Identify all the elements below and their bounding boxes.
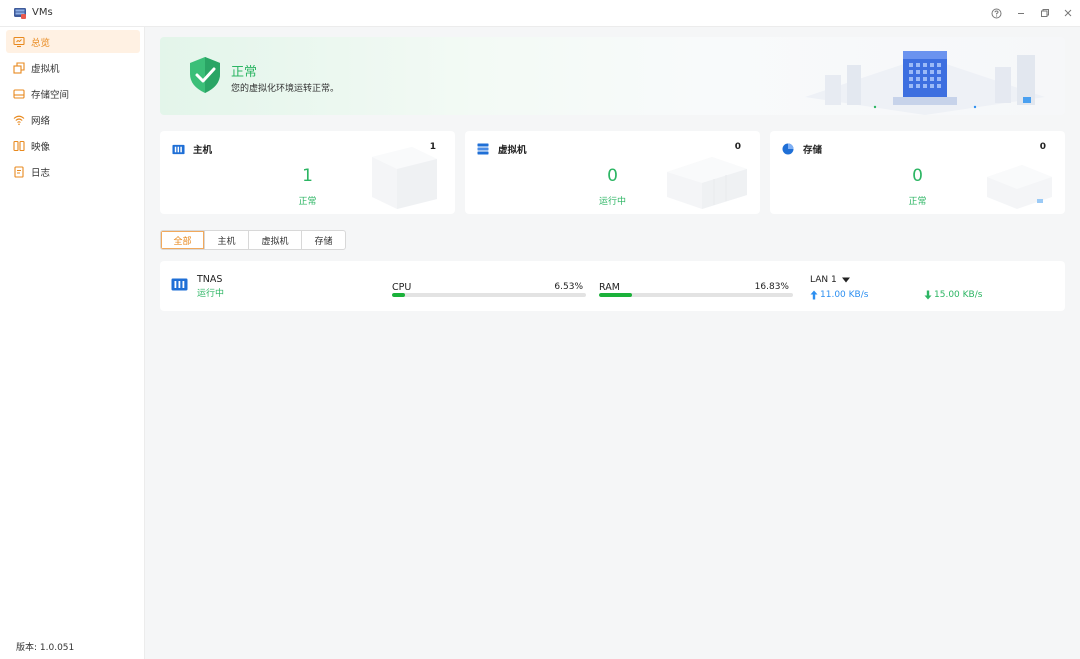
ram-usage-fill [599, 293, 632, 297]
lan-selector[interactable]: LAN 1 [810, 275, 851, 285]
app-window: VMs 总览 虚拟机 存储空间 网络 映像 日志 版本: 1.0.051 正常 … [0, 0, 1080, 659]
host-state: 运行中 [197, 289, 225, 299]
sidebar-item-storage[interactable]: 存储空间 [6, 82, 140, 105]
title-bar: VMs [0, 0, 1080, 27]
sidebar-item-label: 日志 [31, 167, 51, 179]
ram-usage-bar [599, 293, 793, 297]
sidebar-item-label: 总览 [31, 37, 51, 49]
card-number: 0 [912, 166, 923, 186]
cpu-usage-fill [392, 293, 405, 297]
vm-summary-card[interactable]: 虚拟机 0 0 运行中 [465, 131, 760, 214]
sidebar-item-label: 映像 [31, 141, 51, 153]
tab-vms[interactable]: 虚拟机 [249, 231, 302, 249]
sidebar-item-label: 网络 [31, 115, 51, 127]
card-header: 虚拟机 [477, 142, 527, 156]
status-banner: 正常 您的虚拟化环境运转正常。 [160, 37, 1065, 115]
tab-hosts[interactable]: 主机 [205, 231, 249, 249]
upload-rate: 11.00 KB/s [810, 290, 868, 300]
card-title: 主机 [193, 145, 213, 156]
minimize-icon [1018, 13, 1024, 14]
main-content: 正常 您的虚拟化环境运转正常。 主机 1 1 正常 虚拟机 0 0 运行中 存储… [145, 27, 1080, 659]
arrow-down-icon [924, 290, 932, 300]
vm-stack-icon [13, 61, 25, 74]
host-row[interactable]: TNAS 运行中 CPU 6.53% RAM 16.83% LAN 1 11.0… [160, 261, 1065, 311]
drive-icon [13, 88, 25, 100]
wifi-icon [13, 114, 25, 126]
cpu-label: CPU [392, 282, 412, 293]
version-label: 版本: 1.0.051 [16, 643, 75, 653]
pie-icon [782, 143, 795, 155]
sidebar-item-overview[interactable]: 总览 [6, 30, 140, 53]
cpu-value: 6.53% [554, 282, 583, 292]
card-header: 存储 [782, 142, 822, 156]
card-header: 主机 [172, 142, 212, 156]
card-number: 1 [302, 166, 313, 186]
restore-button[interactable] [1038, 6, 1052, 20]
datacenter-illustration [805, 51, 1045, 115]
caret-down-icon [841, 277, 850, 283]
banner-subtitle: 您的虚拟化环境运转正常。 [231, 84, 340, 94]
card-title: 存储 [803, 145, 823, 156]
host-icon [172, 144, 185, 155]
shield-check-icon [190, 57, 220, 93]
sidebar-item-label: 存储空间 [31, 89, 70, 101]
cpu-usage-bar [392, 293, 586, 297]
minimize-button[interactable] [1014, 6, 1028, 20]
help-icon [991, 8, 1001, 18]
download-rate: 15.00 KB/s [924, 290, 982, 300]
host-name: TNAS [197, 274, 223, 285]
sidebar-item-images[interactable]: 映像 [6, 134, 140, 157]
log-icon [13, 165, 25, 178]
host-summary-card[interactable]: 主机 1 1 正常 [160, 131, 455, 214]
card-number: 0 [607, 166, 618, 186]
card-status: 正常 [908, 197, 927, 207]
card-title: 虚拟机 [498, 145, 527, 156]
sidebar-item-logs[interactable]: 日志 [6, 160, 140, 183]
storage-summary-card[interactable]: 存储 0 0 正常 [770, 131, 1065, 214]
sidebar-item-network[interactable]: 网络 [6, 108, 140, 131]
restore-icon [1041, 9, 1049, 17]
host-icon [171, 278, 188, 291]
sidebar: 总览 虚拟机 存储空间 网络 映像 日志 版本: 1.0.051 [0, 27, 145, 659]
upload-rate-value: 11.00 KB/s [820, 290, 869, 300]
filter-tabs: 全部 主机 虚拟机 存储 [160, 230, 346, 250]
sidebar-item-vms[interactable]: 虚拟机 [6, 56, 140, 79]
ram-value: 16.83% [754, 282, 789, 292]
sidebar-item-label: 虚拟机 [31, 63, 60, 75]
arrow-up-icon [810, 290, 818, 300]
image-icon [13, 140, 25, 152]
ram-label: RAM [599, 282, 620, 293]
window-title: VMs [32, 7, 53, 18]
download-rate-value: 15.00 KB/s [934, 290, 983, 300]
server-icon [477, 143, 490, 155]
vms-app-icon [14, 8, 26, 19]
close-button[interactable] [1061, 6, 1075, 20]
tab-storage[interactable]: 存储 [302, 231, 345, 249]
card-status: 正常 [298, 197, 317, 207]
banner-title: 正常 [231, 65, 258, 80]
help-button[interactable] [989, 6, 1003, 20]
tab-all[interactable]: 全部 [161, 231, 205, 249]
monitor-icon [13, 36, 25, 48]
lan-label: LAN 1 [810, 275, 837, 285]
close-icon [1064, 9, 1072, 17]
card-status: 运行中 [598, 197, 626, 207]
